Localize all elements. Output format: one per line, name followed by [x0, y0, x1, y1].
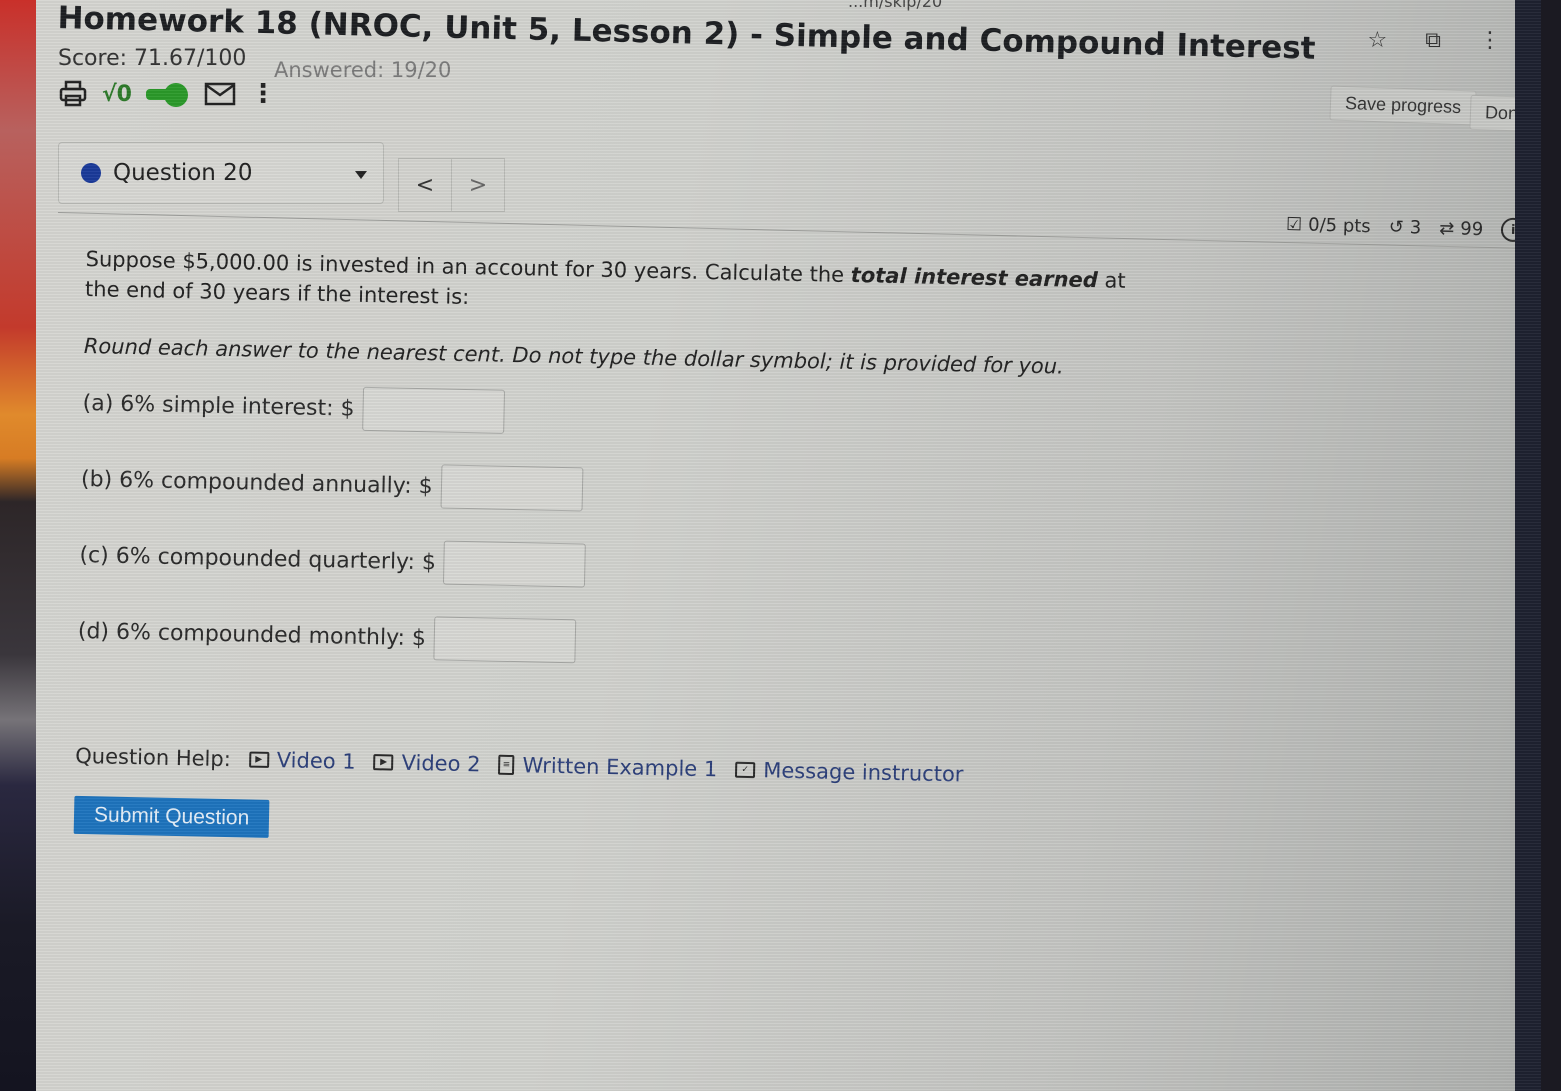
video-icon: ▶ [248, 751, 269, 768]
answer-parts: (a) 6% simple interest: $ (b) 6% compoun… [77, 380, 1133, 676]
question-select-label: Question 20 [113, 160, 253, 186]
part-b-input[interactable] [440, 464, 584, 512]
part-b: (b) 6% compounded annually: $ [81, 456, 1132, 524]
video-2-label: Video 2 [401, 750, 481, 777]
submit-question-button[interactable]: Submit Question [73, 795, 270, 838]
next-question-button[interactable]: > [452, 158, 505, 212]
video-2-link[interactable]: ▶ Video 2 [373, 750, 481, 777]
attempts-icon: ⇄ [1438, 217, 1455, 239]
document-icon: ≡ [498, 754, 515, 776]
question-prompt: Suppose $5,000.00 is invested in an acco… [85, 244, 1136, 326]
more-icon[interactable]: ⋮ [250, 81, 276, 107]
score-text: Score: 71.67/100 [58, 46, 247, 71]
answered-text: Answered: 19/20 [274, 58, 452, 82]
question-pager: < > [398, 158, 505, 212]
prompt-emphasis: total interest earned [850, 263, 1099, 293]
url-fragment: ...m/skip/20 [848, 0, 943, 11]
browser-window: ...m/skip/20 ☆ ⧉ ⋮ Homework 18 (NROC, Un… [36, 0, 1541, 1091]
question-help-label: Question Help: [75, 743, 232, 772]
part-d: (d) 6% compounded monthly: $ [77, 608, 1128, 676]
math-sqrt-icon[interactable]: √0 [102, 82, 132, 107]
monitor-bezel [1515, 0, 1541, 1091]
more-vert-icon[interactable]: ⋮ [1479, 28, 1501, 53]
question-help: Question Help: ▶ Video 1 ▶ Video 2 ≡ Writte… [75, 744, 1125, 790]
mail-icon[interactable] [204, 82, 236, 106]
written-example-label: Written Example 1 [522, 753, 718, 782]
part-d-label: (d) 6% compounded monthly: $ [77, 618, 427, 651]
points-text: 0/5 pts [1307, 214, 1372, 237]
part-c-label: (c) 6% compounded quarterly: $ [79, 542, 437, 575]
star-icon[interactable]: ☆ [1368, 28, 1388, 53]
written-example-link[interactable]: ≡ Written Example 1 [498, 753, 718, 782]
video-1-link[interactable]: ▶ Video 1 [248, 748, 356, 774]
video-1-label: Video 1 [276, 748, 356, 774]
retry-icon: ↺ [1388, 216, 1405, 238]
question-meta: ☑ 0/5 pts ↺ 3 ⇄ 99 i Details [1286, 212, 1541, 244]
question-status-dot [81, 163, 101, 183]
question-select[interactable]: Question 20 [58, 142, 384, 204]
caret-down-icon [355, 171, 367, 179]
extension-icon[interactable]: ⧉ [1425, 28, 1441, 53]
checkbox-icon: ☑ [1285, 213, 1303, 235]
part-a: (a) 6% simple interest: $ [82, 380, 1133, 448]
rounding-instructions: Round each answer to the nearest cent. D… [83, 333, 1065, 379]
assignment-toolbar: √0 ⋮ [58, 80, 276, 108]
print-icon[interactable] [58, 80, 88, 108]
attempts-count: 99 [1460, 218, 1484, 240]
message-instructor-label: Message instructor [763, 758, 964, 787]
part-c: (c) 6% compounded quarterly: $ [79, 532, 1130, 600]
part-b-label: (b) 6% compounded annually: $ [80, 466, 433, 499]
question-content: Suppose $5,000.00 is invested in an acco… [73, 244, 1136, 856]
video-icon: ▶ [373, 754, 394, 771]
part-d-input[interactable] [433, 616, 577, 664]
part-a-input[interactable] [362, 386, 505, 434]
save-progress-button[interactable]: Save progress [1329, 85, 1477, 126]
part-c-input[interactable] [443, 540, 587, 588]
retries-count: 3 [1409, 216, 1422, 239]
message-instructor-link[interactable]: ✓ Message instructor [735, 758, 964, 787]
mail-icon: ✓ [735, 761, 756, 779]
part-a-label: (a) 6% simple interest: $ [82, 390, 355, 422]
browser-toolbar: ☆ ⧉ ⋮ [1368, 28, 1501, 53]
prev-question-button[interactable]: < [398, 158, 452, 212]
toggle-icon[interactable] [145, 83, 190, 107]
